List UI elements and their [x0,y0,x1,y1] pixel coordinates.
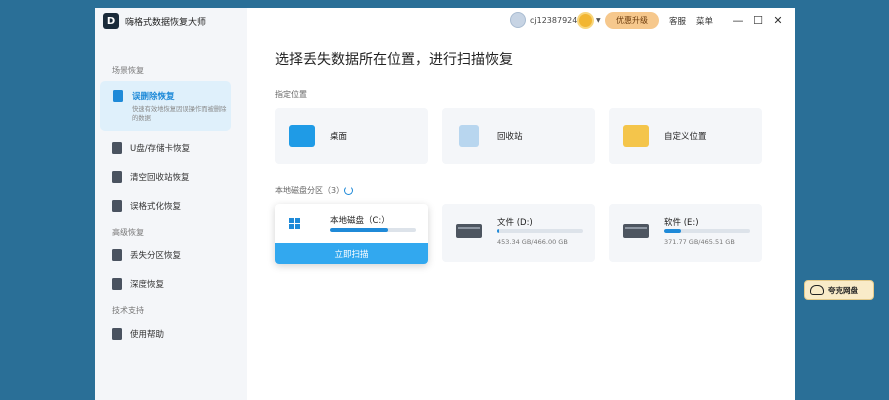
sidebar-item-label: 丢失分区恢复 [130,251,182,261]
sidebar-item-help[interactable]: 使用帮助 [112,326,164,342]
brand: D 嗨格式数据恢复大师 [103,13,206,29]
disk-usage-bar [664,229,750,233]
recycle-icon [112,171,122,183]
recycle-bin-icon [459,125,479,147]
disk-d[interactable]: 文件 (D:) 453.34 GB/466.00 GB [442,204,595,262]
sidebar-item-label: U盘/存储卡恢复 [130,144,191,154]
disk-size: 371.77 GB/465.51 GB [664,238,735,246]
avatar [510,12,526,28]
sidebar-item-partition[interactable]: 丢失分区恢复 [112,247,181,263]
location-custom[interactable]: 自定义位置 [609,108,762,164]
locations-label: 指定位置 [275,90,307,99]
disk-usage-fill [330,228,388,232]
sidebar-item-desc: 快速有效地恢复因误操作而被删除的数据 [132,106,227,122]
sidebar-item-undelete[interactable]: 误删除恢复 快速有效地恢复因误操作而被删除的数据 [100,81,231,131]
upgrade-button[interactable]: 优惠升级 [605,12,659,29]
customer-service-link[interactable]: 客服 [669,15,686,27]
disk-e[interactable]: 软件 (E:) 371.77 GB/465.51 GB [609,204,762,262]
sidebar-item-label: 误删除恢复 [132,92,175,102]
desktop-icon [289,125,315,147]
disk-usage-bar [330,228,416,232]
disk-name: 文件 (D:) [497,218,533,228]
undelete-icon [113,90,123,102]
section-scenes: 场景恢复 [112,66,144,75]
section-advanced: 高级恢复 [112,228,144,237]
location-label: 自定义位置 [664,132,707,142]
cloud-icon [810,285,824,295]
disk-usage-fill [664,229,682,233]
chevron-down-icon[interactable]: ▼ [596,17,601,24]
app-logo-icon: D [103,13,119,29]
disk-name: 软件 (E:) [664,218,699,228]
sidebar-item-label: 使用帮助 [130,330,165,340]
sidebar-item-recycle[interactable]: 清空回收站恢复 [112,169,190,185]
folder-icon [623,125,649,147]
app-window: D 嗨格式数据恢复大师 场景恢复 误删除恢复 快速有效地恢复因误操作而被删除的数… [95,8,795,400]
sidebar-item-usb[interactable]: U盘/存储卡恢复 [112,140,190,156]
help-icon [112,328,122,340]
close-button[interactable]: ✕ [771,13,785,27]
location-recycle-bin[interactable]: 回收站 [442,108,595,164]
disk-name: 本地磁盘（C:） [330,216,390,226]
cloud-label: 夸克网盘 [828,285,858,295]
refresh-icon[interactable] [344,186,353,195]
sidebar-item-deep[interactable]: 深度恢复 [112,276,164,292]
disks-label: 本地磁盘分区（3） [275,186,345,195]
disk-c[interactable]: 本地磁盘（C:） 立即扫描 [275,204,428,264]
cloud-drive-widget[interactable]: 夸克网盘 [804,280,874,300]
section-support: 技术支持 [112,306,144,315]
vip-medal-icon[interactable] [577,12,594,29]
sidebar-item-label: 深度恢复 [130,280,165,290]
app-title: 嗨格式数据恢复大师 [125,17,207,28]
sidebar-item-label: 误格式化恢复 [130,202,182,212]
username: cj12387924 [530,15,578,25]
page-title: 选择丢失数据所在位置，进行扫描恢复 [275,52,513,68]
main-panel: 选择丢失数据所在位置，进行扫描恢复 指定位置 桌面 回收站 自定义位置 本地磁盘… [247,8,795,400]
minimize-button[interactable]: — [731,13,745,27]
scan-now-button[interactable]: 立即扫描 [275,243,428,264]
format-icon [112,200,122,212]
disk-usage-bar [497,229,583,233]
disk-size: 453.34 GB/466.00 GB [497,238,568,246]
usb-icon [112,142,122,154]
maximize-button[interactable]: ☐ [751,13,765,27]
location-desktop[interactable]: 桌面 [275,108,428,164]
windows-icon [289,218,300,229]
location-label: 桌面 [330,132,348,142]
disk-usage-fill [497,229,499,233]
hard-drive-icon [456,224,482,238]
sidebar: D 嗨格式数据恢复大师 场景恢复 误删除恢复 快速有效地恢复因误操作而被删除的数… [95,8,247,400]
hard-drive-icon [623,224,649,238]
menu-link[interactable]: 菜单 [696,15,713,27]
sidebar-item-format[interactable]: 误格式化恢复 [112,198,181,214]
deep-scan-icon [112,278,122,290]
user-account[interactable]: cj12387924 [510,12,577,28]
location-label: 回收站 [497,132,523,142]
sidebar-item-label: 清空回收站恢复 [130,173,190,183]
partition-icon [112,249,122,261]
